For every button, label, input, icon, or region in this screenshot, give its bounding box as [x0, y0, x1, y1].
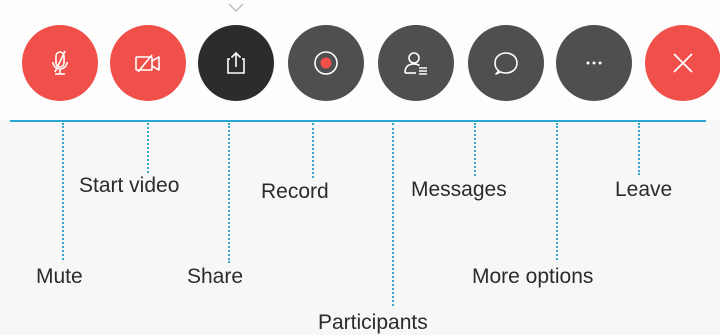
leader-line-messages	[474, 123, 476, 176]
chat-bubble-icon	[494, 52, 518, 75]
label-share: Share	[187, 265, 244, 288]
toolbar-diagram: Mute Start video Share Record Participan…	[0, 0, 720, 335]
leader-line-mute	[62, 123, 64, 260]
leader-line-more-options	[556, 123, 558, 260]
label-mute: Mute	[36, 265, 83, 288]
video-camera-off-icon	[135, 54, 160, 73]
leader-line-leave	[638, 123, 640, 175]
record-icon	[314, 51, 338, 75]
leader-line-share	[228, 123, 230, 263]
label-messages: Messages	[411, 178, 507, 201]
label-participants: Participants	[318, 311, 428, 334]
share-button[interactable]	[198, 25, 274, 101]
ellipsis-icon	[586, 61, 602, 65]
microphone-muted-icon	[52, 50, 68, 75]
messages-button[interactable]	[468, 25, 544, 101]
leave-button[interactable]	[645, 25, 720, 101]
toolbar-underline	[10, 120, 706, 122]
leader-line-participants	[392, 123, 394, 306]
more-options-button[interactable]	[556, 25, 632, 101]
label-more-options: More options	[472, 265, 594, 288]
participants-button[interactable]	[378, 25, 454, 101]
label-start-video: Start video	[79, 174, 180, 197]
close-icon	[673, 53, 693, 73]
leader-line-record	[312, 123, 314, 178]
label-record: Record	[261, 180, 329, 203]
participants-icon	[404, 52, 427, 75]
mute-button[interactable]	[22, 25, 98, 101]
share-upload-icon	[227, 51, 245, 74]
record-button[interactable]	[288, 25, 364, 101]
caret-icon	[228, 3, 244, 13]
leader-line-start-video	[147, 123, 149, 173]
label-leave: Leave	[615, 178, 673, 201]
start-video-button[interactable]	[110, 25, 186, 101]
